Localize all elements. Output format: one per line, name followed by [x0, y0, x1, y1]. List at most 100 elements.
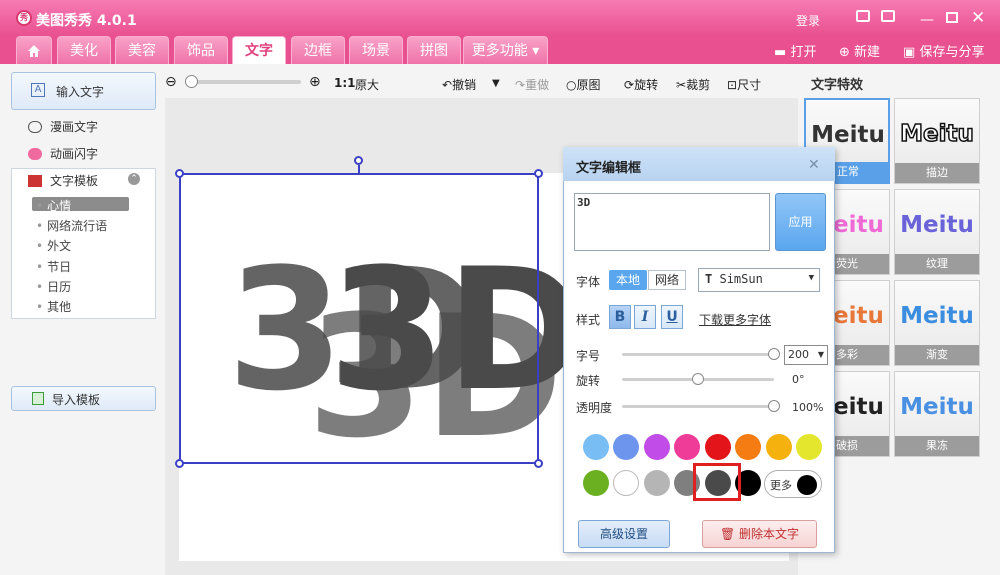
delete-text-button[interactable]: 🗑 删除本文字 — [702, 520, 817, 548]
templates-header[interactable]: 文字模板 — [28, 172, 98, 189]
size-slider-thumb[interactable] — [768, 348, 780, 360]
template-item-other[interactable]: 其他 — [36, 298, 71, 315]
tab-frame[interactable]: 边框 — [291, 36, 345, 64]
undo-button[interactable]: ↶撤销 — [442, 76, 476, 93]
effect-caption: 果冻 — [895, 436, 979, 456]
template-item-holiday[interactable]: 节日 — [36, 258, 71, 275]
zoom-slider[interactable] — [189, 80, 301, 84]
minimize-icon[interactable]: — — [920, 12, 934, 28]
tab-more-features[interactable]: 更多功能 ▾ — [463, 36, 548, 64]
color-swatch[interactable] — [583, 434, 609, 460]
new-button[interactable]: ⊕ 新建 — [839, 41, 880, 60]
template-item-mood[interactable]: 心情 — [36, 197, 71, 214]
dialog-close-icon[interactable]: ✕ — [808, 157, 820, 173]
dialog-title: 文字编辑框 — [576, 161, 642, 176]
template-item-calendar[interactable]: 日历 — [36, 278, 71, 295]
effect-sample-text: Meitu — [900, 394, 974, 420]
text-input[interactable]: 3D — [574, 193, 770, 251]
save-share-button[interactable]: ▣ 保存与分享 — [903, 41, 984, 60]
bold-button[interactable]: B — [609, 305, 631, 329]
color-swatch[interactable] — [644, 470, 670, 496]
template-item-slang[interactable]: 网络流行语 — [36, 217, 107, 234]
selection-box[interactable] — [179, 173, 539, 464]
download-fonts-link[interactable]: 下载更多字体 — [699, 311, 771, 328]
resize-icon: ⊡ — [727, 78, 738, 92]
rotate-handle[interactable] — [354, 156, 363, 165]
font-source-network[interactable]: 网络 — [648, 270, 686, 290]
opacity-slider-thumb[interactable] — [768, 400, 780, 412]
effect-tile[interactable]: Meitu 描边 — [894, 98, 980, 184]
crop-button[interactable]: ✂裁剪 — [676, 76, 710, 93]
color-swatch[interactable] — [705, 434, 731, 460]
color-swatch[interactable] — [735, 434, 761, 460]
chevron-down-icon: ▼ — [808, 273, 814, 283]
tab-beautify[interactable]: 美化 — [57, 36, 111, 64]
tab-face[interactable]: 美容 — [115, 36, 169, 64]
size-select[interactable]: 200 ▼ — [784, 345, 828, 365]
font-name: SimSun — [719, 272, 763, 286]
effect-tile[interactable]: Meitu 纹理 — [894, 189, 980, 275]
collapse-icon[interactable]: ⌃ — [128, 173, 140, 185]
font-source-local[interactable]: 本地 — [609, 270, 647, 290]
color-swatch[interactable] — [613, 470, 639, 496]
resize-handle-bl[interactable] — [175, 459, 184, 468]
apply-button[interactable]: 应用 — [775, 193, 826, 251]
trash-icon: 🗑 — [719, 527, 736, 541]
message-icon[interactable] — [856, 10, 870, 22]
comic-text-label: 漫画文字 — [50, 120, 99, 134]
speech-bubble-icon — [28, 121, 42, 133]
redo-button[interactable]: ↷重做 — [515, 76, 549, 93]
zoom-in-icon[interactable]: ⊕ — [309, 74, 321, 90]
plus-icon: ⊕ — [839, 45, 850, 60]
import-template-button[interactable]: 导入模板 — [11, 386, 156, 411]
tab-collage[interactable]: 拼图 — [407, 36, 461, 64]
advanced-settings-button[interactable]: 高级设置 — [578, 520, 670, 548]
rotate-slider-thumb[interactable] — [692, 373, 704, 385]
resize-handle-tr[interactable] — [534, 169, 543, 178]
app-title: 美图秀秀 4.0.1 — [36, 13, 137, 29]
underline-button[interactable]: U — [661, 305, 683, 329]
color-swatch[interactable] — [674, 434, 700, 460]
tab-accessories[interactable]: 饰品 — [174, 36, 228, 64]
original-button[interactable]: ○原图 — [566, 76, 601, 93]
color-swatch[interactable] — [644, 434, 670, 460]
effect-tile[interactable]: Meitu 果冻 — [894, 371, 980, 457]
login-link[interactable]: 登录 — [796, 12, 820, 29]
color-swatch[interactable] — [583, 470, 609, 496]
undo-dropdown-icon[interactable]: ▼ — [492, 78, 500, 89]
color-swatch[interactable] — [796, 434, 822, 460]
animated-text-item[interactable]: 动画闪字 — [28, 145, 98, 163]
save-icon: ▣ — [903, 45, 916, 60]
template-item-foreign[interactable]: 外文 — [36, 237, 71, 254]
more-colors-button[interactable]: 更多 — [764, 470, 822, 498]
effects-title: 文字特效 — [811, 78, 864, 93]
home-icon — [28, 45, 40, 57]
resize-button[interactable]: ⊡尺寸 — [727, 76, 761, 93]
close-icon[interactable]: ✕ — [971, 8, 985, 28]
skin-icon[interactable] — [881, 10, 895, 22]
italic-button[interactable]: I — [634, 305, 656, 329]
size-slider[interactable] — [622, 353, 774, 356]
zoom-out-icon[interactable]: ⊖ — [165, 74, 177, 90]
color-swatch[interactable] — [766, 434, 792, 460]
zoom-ratio[interactable]: 1:1 — [334, 76, 356, 90]
effect-sample-text: Meitu — [900, 212, 974, 238]
zoom-slider-thumb[interactable] — [185, 75, 198, 88]
color-swatch[interactable] — [613, 434, 639, 460]
tab-scene[interactable]: 场景 — [349, 36, 403, 64]
input-text-button[interactable]: A 输入文字 — [11, 72, 156, 110]
font-select[interactable]: T SimSun ▼ — [698, 268, 820, 292]
resize-handle-br[interactable] — [534, 459, 543, 468]
rotate-handle-line — [358, 165, 360, 175]
maximize-icon[interactable] — [946, 12, 958, 23]
tab-text[interactable]: 文字 — [232, 36, 286, 64]
open-button[interactable]: ▬ 打开 — [774, 41, 816, 60]
opacity-slider[interactable] — [622, 405, 774, 408]
tab-home[interactable] — [16, 36, 52, 64]
resize-handle-tl[interactable] — [175, 169, 184, 178]
tab-more-label: 更多功能 — [471, 43, 528, 59]
rotate-button[interactable]: ⟳旋转 — [624, 76, 658, 93]
effect-tile[interactable]: Meitu 渐变 — [894, 280, 980, 366]
original-size-button[interactable]: 原大 — [355, 76, 379, 93]
comic-text-item[interactable]: 漫画文字 — [28, 118, 98, 136]
